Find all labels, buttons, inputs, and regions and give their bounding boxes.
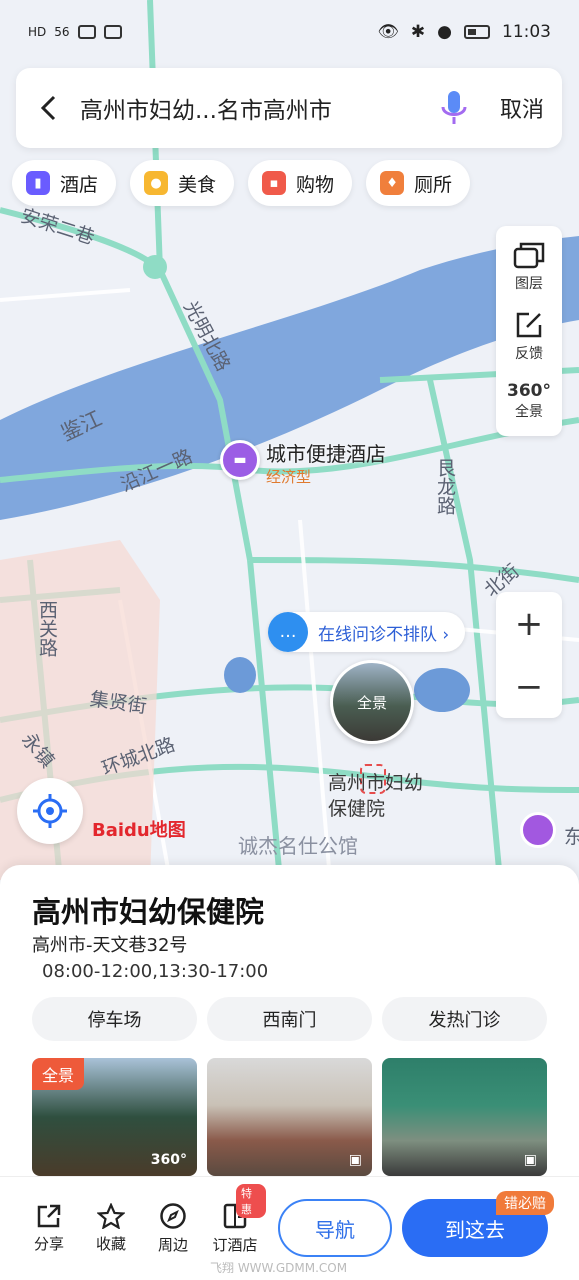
photo-strip: 全景 360° ▣ ▣ (32, 1058, 547, 1176)
search-input[interactable]: 高州市妇幼...名市高州市 (80, 91, 438, 125)
location-status-icon: ● (437, 22, 452, 42)
nearby-label: 周边 (157, 1236, 188, 1254)
opening-hours: 08:00-12:00,13:30-17:00 (42, 961, 269, 982)
place-title: 高州市妇幼保健院 (32, 895, 265, 929)
chip-fever-clinic[interactable]: 发热门诊 (382, 997, 547, 1041)
feedback-button[interactable]: 反馈 (515, 311, 543, 363)
shopping-icon: ▪ (262, 171, 287, 195)
road-label: 西关路 (36, 600, 58, 657)
360-icon: 360° (150, 1152, 187, 1168)
book-hotel-label: 订酒店 (212, 1236, 258, 1254)
signal-indicator: 56 (54, 25, 70, 39)
image-icon: ▣ (348, 1152, 362, 1168)
area-label: 东 (564, 826, 579, 848)
share-label: 分享 (33, 1235, 64, 1253)
photo-entrance[interactable]: ▣ (382, 1058, 547, 1176)
image-icon: ▣ (523, 1152, 537, 1168)
battery-icon (464, 25, 490, 39)
layers-button[interactable]: 图层 (513, 241, 545, 293)
shopping-pin-icon[interactable] (520, 812, 556, 848)
wifi-icon (77, 25, 96, 39)
clock: 11:03 (502, 22, 551, 42)
navigate-button[interactable]: 导航 (278, 1199, 392, 1257)
photo-building[interactable]: ▣ (207, 1058, 372, 1176)
baidu-logo: Baidu地图 (92, 820, 186, 841)
panorama-thumbnail-label: 全景 (356, 693, 387, 712)
hotel-type: 经济型 (266, 468, 312, 486)
status-bar: HD 56 👁 ✱ ● 11:03 (0, 0, 579, 64)
hotel-name[interactable]: 城市便捷酒店 (266, 438, 386, 467)
chip-parking[interactable]: 停车场 (32, 997, 197, 1041)
zoom-controls: + − (496, 592, 562, 718)
consult-bubble[interactable]: … 在线问诊不排队 › (268, 612, 466, 652)
bluetooth-icon: ✱ (410, 22, 426, 42)
panorama-thumbnail[interactable]: 全景 (330, 660, 414, 744)
category-label: 美食 (178, 173, 217, 196)
road-label: 艮龙路 (434, 458, 456, 515)
status-left: HD 56 (28, 25, 122, 39)
target-icon (33, 794, 67, 828)
category-shopping[interactable]: ▪ 购物 (248, 160, 353, 206)
star-icon (97, 1203, 125, 1229)
category-bar: ▮ 酒店 ● 美食 ▪ 购物 ♦ 厕所 (12, 160, 471, 206)
food-icon: ● (144, 171, 169, 195)
chat-icon: … (268, 612, 308, 652)
category-label: 酒店 (60, 173, 99, 196)
compass-icon (160, 1203, 186, 1229)
book-hotel-button[interactable]: 特惠 订酒店 (204, 1184, 266, 1255)
guarantee-badge: 错必赔 (496, 1191, 554, 1215)
panorama-label: 全景 (515, 404, 543, 420)
zoom-in-button[interactable]: + (496, 592, 562, 655)
back-arrow-icon[interactable] (34, 94, 62, 122)
category-label: 厕所 (414, 173, 453, 196)
category-label: 购物 (296, 173, 335, 196)
discount-badge: 特惠 (236, 1184, 266, 1218)
favorite-button[interactable]: 收藏 (80, 1203, 142, 1254)
notification-icon (103, 25, 122, 39)
status-right: 👁 ✱ ● 11:03 (377, 22, 551, 42)
zoom-out-button[interactable]: − (496, 655, 562, 718)
layers-icon (513, 242, 545, 269)
hotel-icon: ▮ (26, 171, 50, 195)
feedback-icon (516, 312, 542, 338)
hd-indicator: HD (28, 25, 47, 39)
chip-southwest-gate[interactable]: 西南门 (207, 997, 372, 1041)
watermark: 飞翔 WWW.GDMM.COM (210, 1261, 348, 1275)
feedback-label: 反馈 (515, 346, 543, 362)
place-address: 高州市-天文巷32号 (32, 935, 188, 956)
favorite-label: 收藏 (95, 1235, 126, 1253)
area-label: 诚杰名仕公馆 (238, 834, 358, 858)
cancel-button[interactable]: 取消 (500, 92, 544, 124)
search-bar[interactable]: 高州市妇幼...名市高州市 取消 (16, 68, 562, 148)
map-tools-panel: 图层 反馈 360° 全景 (496, 226, 562, 436)
category-toilet[interactable]: ♦ 厕所 (366, 160, 471, 206)
layers-label: 图层 (515, 276, 543, 292)
panorama-tag: 全景 (32, 1058, 85, 1090)
share-icon (37, 1204, 61, 1228)
entrance-chips: 停车场 西南门 发热门诊 (32, 997, 547, 1041)
panorama-360-icon: 360° (507, 381, 551, 401)
eye-icon: 👁 (377, 22, 399, 42)
consult-label: 在线问诊不排队 › (318, 624, 450, 645)
poi-name[interactable]: 高州市妇幼保健院 (328, 770, 428, 822)
hotel-bed-icon[interactable]: ▬ (220, 440, 260, 480)
toilet-icon: ♦ (380, 171, 405, 195)
photo-panorama[interactable]: 全景 360° (32, 1058, 197, 1176)
nearby-button[interactable]: 周边 (142, 1202, 204, 1255)
category-hotel[interactable]: ▮ 酒店 (12, 160, 117, 206)
microphone-icon[interactable] (438, 88, 470, 128)
share-button[interactable]: 分享 (18, 1203, 80, 1254)
locate-button[interactable] (17, 778, 83, 844)
category-food[interactable]: ● 美食 (130, 160, 235, 206)
panorama-button[interactable]: 360° 全景 (507, 381, 551, 421)
